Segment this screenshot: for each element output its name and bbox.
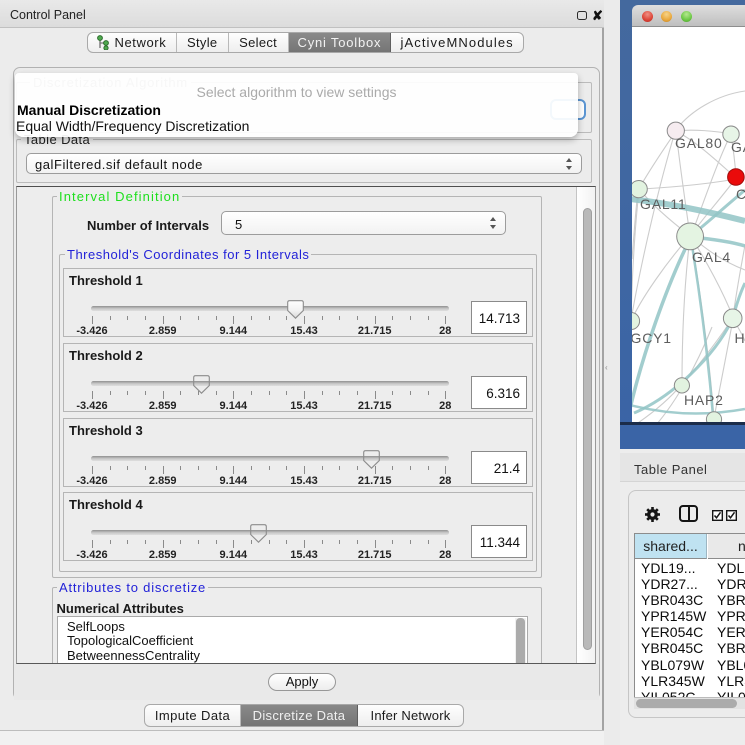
svg-text:C: C	[736, 186, 745, 202]
svg-text:GA: GA	[731, 139, 745, 155]
svg-text:HAP2: HAP2	[684, 392, 724, 408]
svg-text:H: H	[735, 330, 745, 346]
svg-text:GAL11: GAL11	[640, 196, 687, 212]
svg-text:GCY1: GCY1	[632, 330, 672, 346]
svg-text:GAL4: GAL4	[692, 249, 731, 265]
svg-text:GAL80: GAL80	[675, 135, 723, 151]
